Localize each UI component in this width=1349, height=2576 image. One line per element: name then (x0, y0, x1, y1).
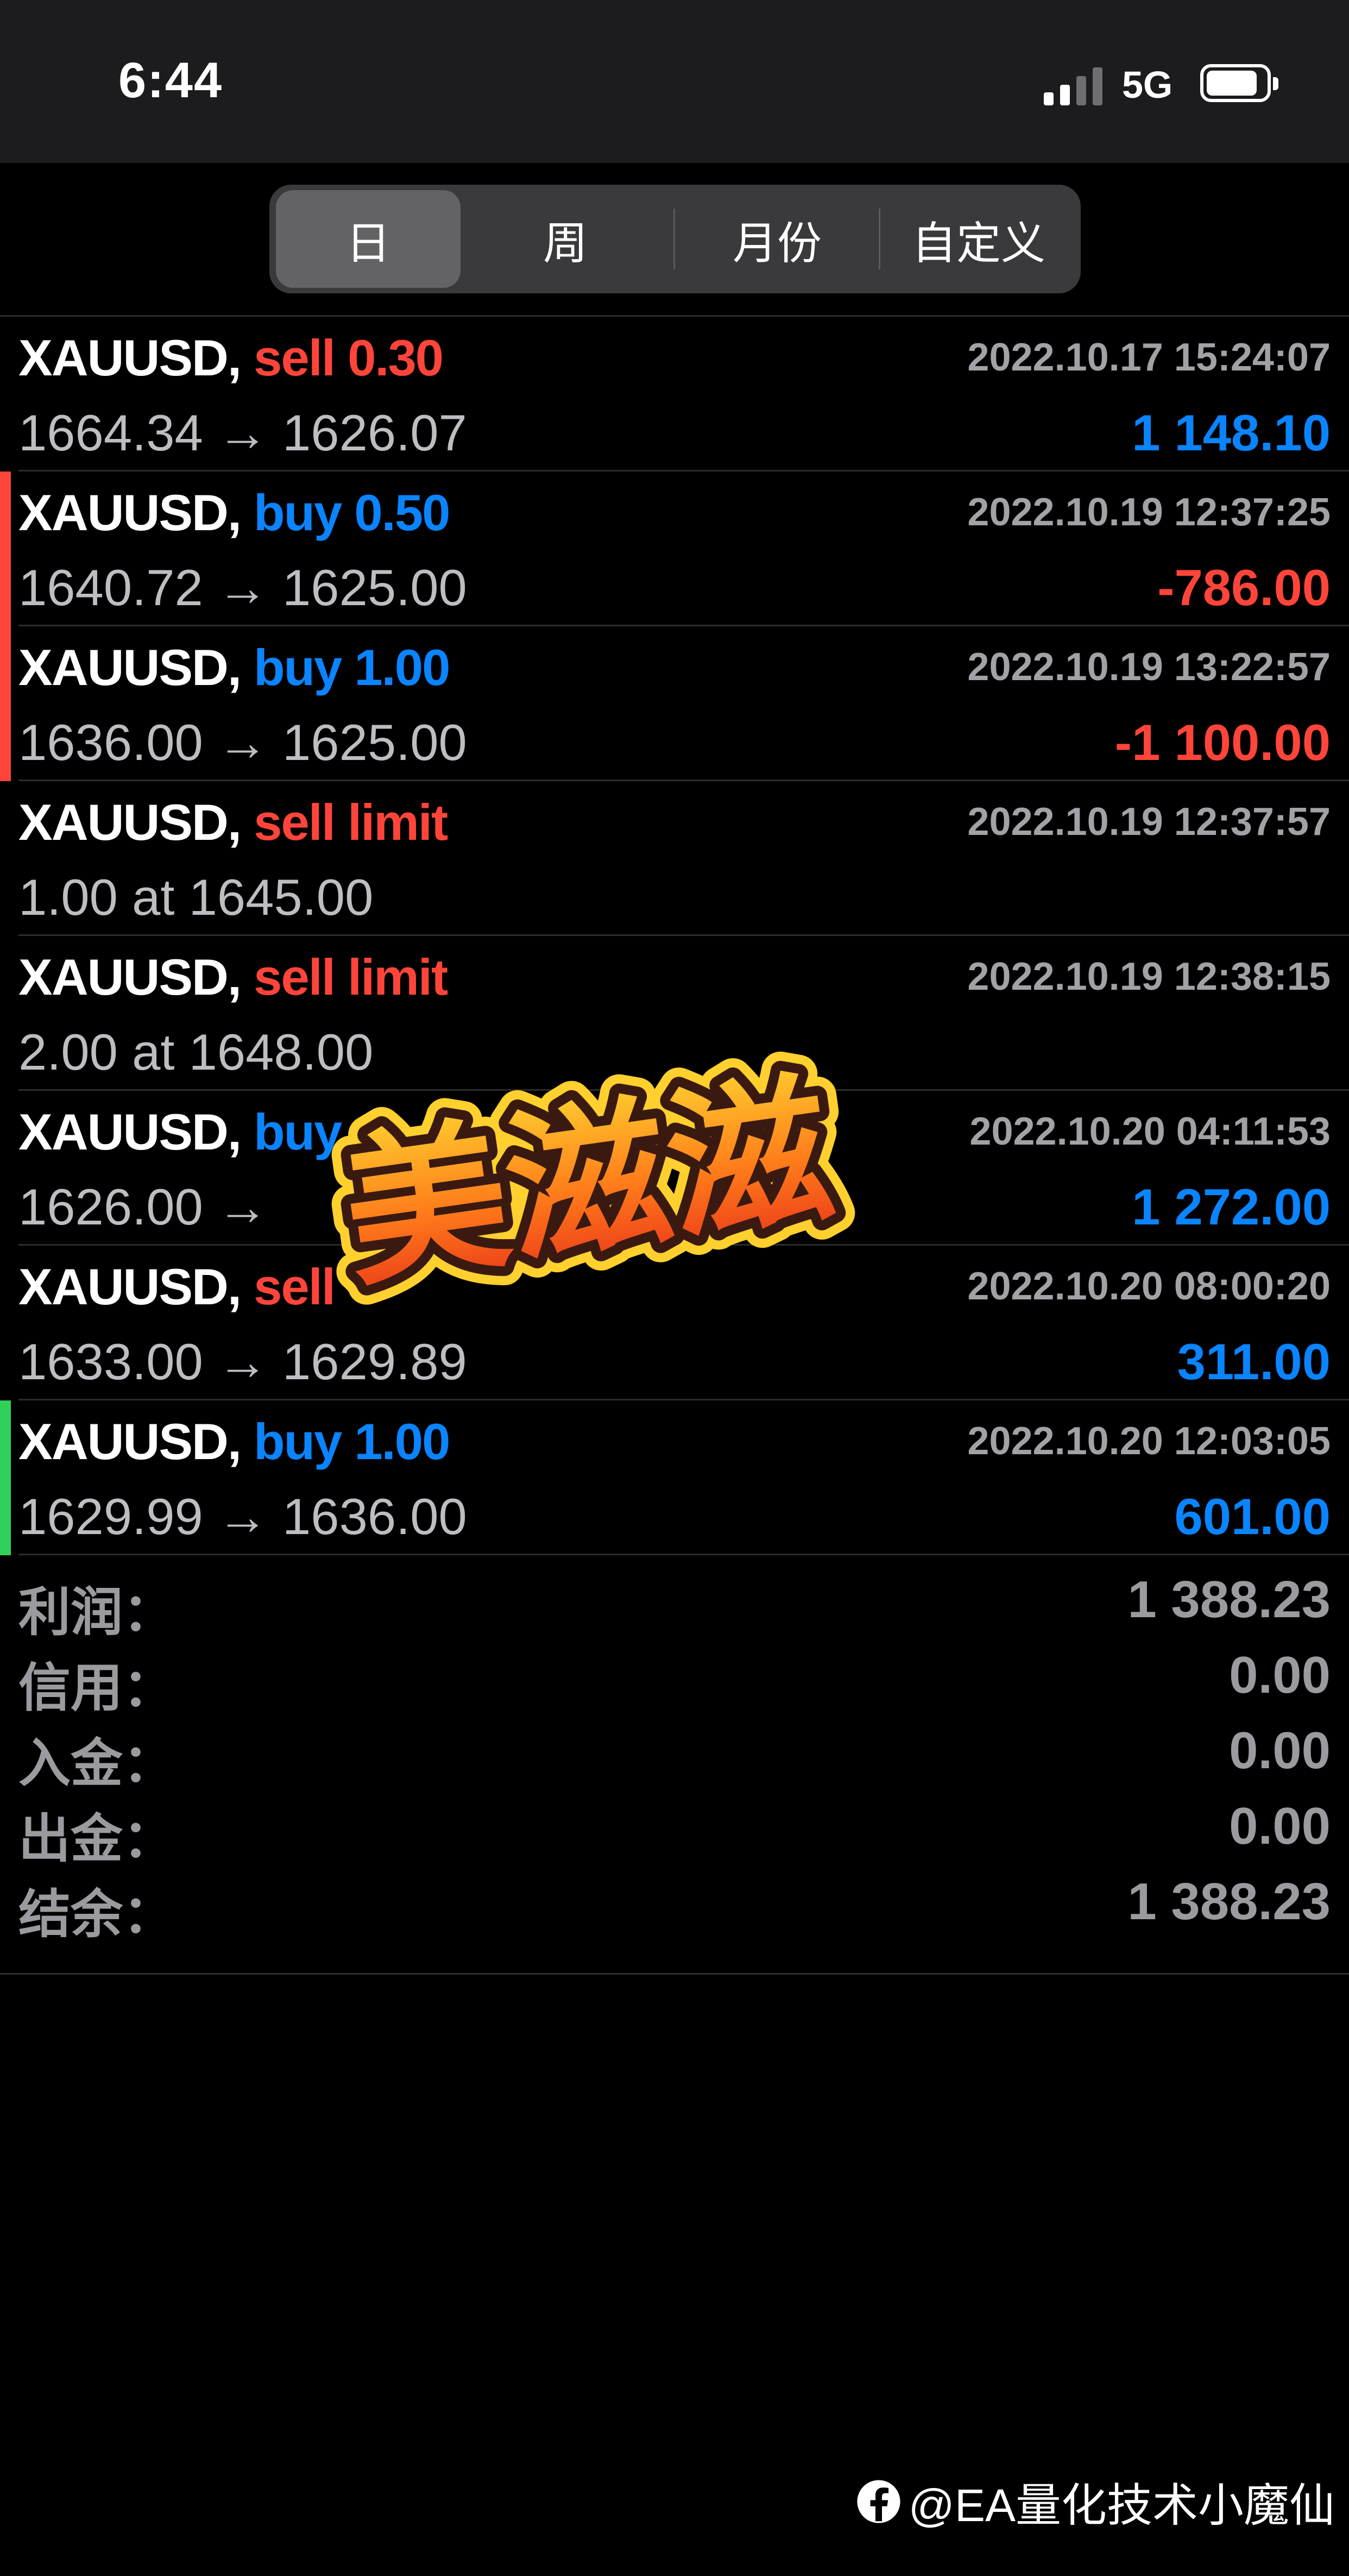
sticker-text: 美滋滋 (332, 1054, 843, 1310)
facebook-icon (857, 2480, 900, 2523)
deal-profit: 1 148.10 (1132, 404, 1331, 461)
deal-profit: 601.00 (1174, 1488, 1331, 1545)
deal-prices: 1629.99 → 1636.00 (18, 1488, 467, 1545)
status-time: 6:44 (118, 53, 223, 108)
symbol-text: XAUUSD, (18, 639, 242, 696)
deal-row[interactable]: XAUUSD, sell limit 2022.10.19 12:37:57 1… (0, 781, 1349, 936)
deal-row[interactable]: XAUUSD, buy 1.00 2022.10.19 13:22:57 163… (0, 626, 1349, 781)
period-segmented-control: 日 周 月份 自定义 (269, 185, 1081, 293)
deal-status-bar (0, 626, 11, 781)
deal-row[interactable]: XAUUSD, sell 0.30 2022.10.17 15:24:07 16… (0, 317, 1349, 472)
segment-divider (673, 209, 675, 269)
tab-month[interactable]: 月份 (677, 190, 878, 288)
row-divider (18, 1554, 1349, 1555)
tab-custom[interactable]: 自定义 (881, 190, 1076, 288)
summary-value: 0.00 (1229, 1797, 1331, 1855)
summary-value: 0.00 (1229, 1721, 1331, 1780)
deal-action: sell 0.30 (254, 329, 444, 386)
watermark-text: @EA量化技术小魔仙 (908, 2479, 1335, 2531)
deal-profit: 311.00 (1177, 1333, 1331, 1390)
deal-time: 2022.10.19 12:37:25 (967, 491, 1331, 534)
deal-profit: -1 100.00 (1114, 714, 1331, 771)
deal-row[interactable]: XAUUSD, buy 0.50 2022.10.19 12:37:25 164… (0, 472, 1349, 626)
deal-profit: 1 272.00 (1132, 1178, 1331, 1235)
symbol-text: XAUUSD, (18, 484, 242, 541)
summary-bottom-divider (0, 1973, 1349, 1975)
deal-symbol: XAUUSD, sell limit (18, 948, 448, 1007)
summary-value: 1 388.23 (1127, 1873, 1331, 1931)
deal-time: 2022.10.19 12:38:15 (967, 955, 1331, 998)
symbol-text: XAUUSD, (18, 329, 242, 386)
status-bar: 6:44 5G (0, 0, 1349, 163)
deal-action: sell limit (254, 794, 448, 851)
symbol-text: XAUUSD, (18, 1413, 242, 1470)
summary-row-credit: 信用： 0.00 (0, 1635, 1349, 1717)
deal-prices: 1640.72 → 1625.00 (18, 559, 467, 616)
deal-symbol: XAUUSD, buy 0.50 (18, 483, 450, 542)
network-label: 5G (1122, 64, 1173, 106)
battery-icon (1200, 64, 1278, 104)
summary-row-balance: 结余： 1 388.23 (0, 1861, 1349, 1944)
deal-action: sell limit (254, 948, 448, 1006)
deal-time: 2022.10.19 12:37:57 (967, 800, 1331, 844)
deal-time: 2022.10.20 12:03:05 (967, 1419, 1331, 1463)
summary-row-profit: 利润： 1 388.23 (0, 1559, 1349, 1642)
deal-symbol: XAUUSD, sell limit (18, 793, 448, 852)
deal-status-bar (0, 1246, 11, 1400)
deal-symbol: XAUUSD, buy 1.00 (18, 638, 450, 697)
deal-prices: 1.00 at 1645.00 (18, 869, 374, 926)
deal-action: buy 0.50 (254, 484, 450, 541)
deal-status-bar (0, 472, 11, 626)
symbol-text: XAUUSD, (18, 1258, 242, 1315)
deal-time: 2022.10.19 13:22:57 (967, 645, 1331, 689)
deal-symbol: XAUUSD, sell 0.30 (18, 329, 444, 387)
deal-prices: 1664.34 → 1626.07 (18, 404, 467, 461)
summary-row-deposit: 入金： 0.00 (0, 1710, 1349, 1793)
deal-symbol: XAUUSD, sell (18, 1258, 336, 1316)
deal-prices: 1626.00 → (18, 1178, 268, 1235)
deal-profit: -786.00 (1157, 559, 1331, 616)
summary-value: 0.00 (1229, 1646, 1331, 1704)
symbol-text: XAUUSD, (18, 948, 242, 1006)
segment-divider (879, 209, 880, 269)
deal-action: buy 1.00 (254, 1413, 450, 1470)
deal-symbol: XAUUSD, buy 1.00 (18, 1412, 450, 1471)
deal-action: buy 1.00 (254, 639, 450, 696)
signal-icon (1044, 67, 1105, 105)
deal-time: 2022.10.17 15:24:07 (967, 336, 1331, 379)
tab-day[interactable]: 日 (276, 190, 461, 288)
summary-row-withdrawal: 出金： 0.00 (0, 1786, 1349, 1868)
deal-status-bar (0, 317, 11, 472)
summary-value: 1 388.23 (1127, 1570, 1331, 1629)
deal-status-bar (0, 1091, 11, 1246)
deal-status-bar (0, 781, 11, 936)
symbol-text: XAUUSD, (18, 794, 242, 851)
symbol-text: XAUUSD, (18, 1103, 242, 1160)
tab-week[interactable]: 周 (465, 190, 666, 288)
summary-label: 结余： (18, 1886, 175, 1944)
deal-status-bar (0, 936, 11, 1091)
deal-time: 2022.10.20 04:11:53 (969, 1110, 1331, 1153)
deal-prices: 1636.00 → 1625.00 (18, 714, 467, 771)
deal-time: 2022.10.20 08:00:20 (967, 1265, 1331, 1308)
deal-status-bar (0, 1400, 11, 1555)
watermark: @EA量化技术小魔仙 (855, 2472, 1335, 2531)
deal-row[interactable]: XAUUSD, buy 1.00 2022.10.20 12:03:05 162… (0, 1400, 1349, 1555)
